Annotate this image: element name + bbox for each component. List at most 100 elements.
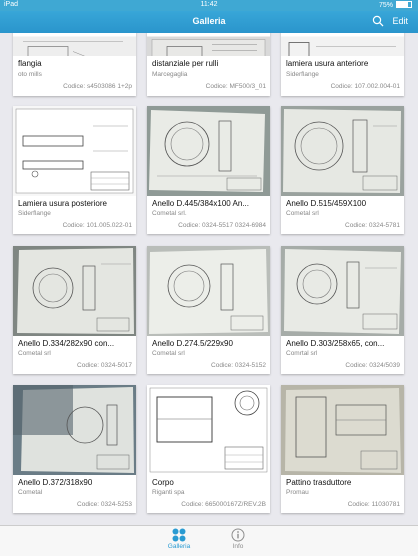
code-value: 0324/5039 <box>369 362 400 369</box>
tab-label: Info <box>232 543 244 550</box>
gallery-card[interactable]: Anello D.372/318x90 Cometal Codice: 0324… <box>13 385 136 513</box>
info-icon <box>231 528 245 542</box>
card-code: Codice: s4503086 1+2p <box>63 83 132 90</box>
gallery-card[interactable]: lamiera usura anteriore Siderflange Codi… <box>281 33 404 96</box>
drawing-image <box>13 246 136 336</box>
gallery-card[interactable]: flangia oto mills Codice: s4503086 1+2p <box>13 33 136 96</box>
tab-galleria[interactable]: Galleria <box>159 528 199 550</box>
status-time: 11:42 <box>200 1 218 8</box>
card-title: Anello D.303/258x65, con... <box>286 339 385 348</box>
drawing-thumbnail <box>147 106 270 196</box>
card-code: Codice: 0324/5039 <box>345 362 400 369</box>
card-code: Codice: 101.005.022-01 <box>63 222 132 229</box>
card-supplier: Cometal srl. <box>152 210 187 217</box>
card-supplier: Cometal srl <box>18 350 51 357</box>
code-value: 11030781 <box>371 501 400 508</box>
battery-percent: 75% <box>378 2 393 9</box>
drawing-thumbnail <box>13 106 136 196</box>
code-label: Codice: <box>77 362 100 369</box>
code-value: 0324-5152 <box>234 362 266 369</box>
card-title: distanziale per rulli <box>152 59 219 68</box>
card-title: Anello D.334/282x90 con... <box>18 339 115 348</box>
gallery-card[interactable]: Anello D.303/258x65, con... Comrtal srl … <box>281 246 404 374</box>
card-supplier: Comrtal srl <box>286 350 318 357</box>
gallery-card[interactable]: Pattino trasduttore Promau Codice: 11030… <box>281 385 404 513</box>
gallery-card[interactable]: distanziale per rulli Marcegaglia Codice… <box>147 33 270 96</box>
drawing-thumbnail <box>13 385 136 475</box>
drawing-thumbnail <box>13 246 136 336</box>
gallery-icon <box>172 528 186 542</box>
battery-indicator: 75% <box>379 1 412 9</box>
card-code: Codice: 665000167Z/REV.2B <box>181 501 266 508</box>
code-label: Codice: <box>205 83 228 90</box>
code-value: 665000167Z/REV.2B <box>205 501 266 508</box>
drawing-thumbnail <box>281 385 404 475</box>
drawing-thumbnail <box>281 33 404 56</box>
card-supplier: Marcegaglia <box>152 71 188 78</box>
tab-label: Galleria <box>167 543 191 550</box>
code-value: 0324-5781 <box>368 222 400 229</box>
drawing-image <box>147 246 270 336</box>
card-title: Pattino trasduttore <box>286 478 352 487</box>
code-label: Codice: <box>330 83 353 90</box>
code-value: 101.005.022-01 <box>86 222 132 229</box>
drawing-image <box>13 106 136 196</box>
card-title: Anello D.515/459X100 <box>286 199 367 208</box>
code-label: Codice: <box>347 501 370 508</box>
card-code: Codice: 0324-5517 0324-6984 <box>178 222 266 229</box>
gallery-grid: flangia oto mills Codice: s4503086 1+2p … <box>0 33 418 525</box>
card-title: flangia <box>18 59 42 68</box>
code-value: 107.002.004-01 <box>354 83 400 90</box>
card-supplier: Siderflange <box>286 71 319 78</box>
code-label: Codice: <box>178 222 201 229</box>
code-label: Codice: <box>345 222 368 229</box>
drawing-image <box>281 36 404 56</box>
drawing-image <box>147 106 270 196</box>
card-code: Codice: 0324-5781 <box>345 222 400 229</box>
search-icon[interactable] <box>372 15 384 27</box>
card-title: lamiera usura anteriore <box>286 59 369 68</box>
gallery-card[interactable]: Anello D.515/459X100 Cometal srl Codice:… <box>281 106 404 234</box>
drawing-image <box>147 36 270 56</box>
navigation-bar: Galleria Edit <box>0 11 418 33</box>
card-title: Anello D.274.5/229x90 <box>152 339 233 348</box>
card-supplier: Promau <box>286 489 309 496</box>
code-value: 0324-5517 0324-6984 <box>202 222 266 229</box>
code-label: Codice: <box>63 83 86 90</box>
code-value: 0324-5253 <box>100 501 132 508</box>
code-value: s4503086 1+2p <box>86 83 132 90</box>
card-title: Anello D.372/318x90 <box>18 478 93 487</box>
battery-icon <box>396 1 412 8</box>
tab-info[interactable]: Info <box>218 528 258 550</box>
gallery-card[interactable]: Anello D.274.5/229x90 Cometal srl Codice… <box>147 246 270 374</box>
code-value: MF500/3_01 <box>229 83 267 90</box>
gallery-card[interactable]: Lamiera usura posteriore Siderflange Cod… <box>13 106 136 234</box>
drawing-thumbnail <box>147 385 270 475</box>
drawing-image <box>13 385 136 475</box>
gallery-card[interactable]: Corpo Riganti spa Codice: 665000167Z/REV… <box>147 385 270 513</box>
drawing-thumbnail <box>281 246 404 336</box>
card-supplier: Cometal srl <box>152 350 185 357</box>
gallery-card[interactable]: Anello D.334/282x90 con... Cometal srl C… <box>13 246 136 374</box>
code-label: Codice: <box>345 362 368 369</box>
code-label: Codice: <box>77 501 100 508</box>
page-title: Galleria <box>192 16 226 26</box>
card-code: Codice: 11030781 <box>348 501 400 508</box>
drawing-image <box>281 106 404 196</box>
gallery-card[interactable]: Anello D.445/384x100 An... Cometal srl. … <box>147 106 270 234</box>
drawing-image <box>281 385 404 475</box>
drawing-thumbnail <box>147 246 270 336</box>
card-supplier: Siderflange <box>18 210 51 217</box>
code-label: Codice: <box>211 362 234 369</box>
drawing-thumbnail <box>13 33 136 56</box>
card-title: Anello D.445/384x100 An... <box>152 199 249 208</box>
card-code: Codice: 0324-5017 <box>77 362 132 369</box>
code-value: 0324-5017 <box>100 362 132 369</box>
edit-button[interactable]: Edit <box>392 16 408 26</box>
drawing-image <box>281 246 404 336</box>
card-supplier: Cometal srl <box>286 210 319 217</box>
card-code: Codice: 107.002.004-01 <box>331 83 400 90</box>
card-title: Corpo <box>152 478 174 487</box>
card-supplier: Cometal <box>18 489 43 496</box>
card-supplier: oto mills <box>18 71 42 78</box>
